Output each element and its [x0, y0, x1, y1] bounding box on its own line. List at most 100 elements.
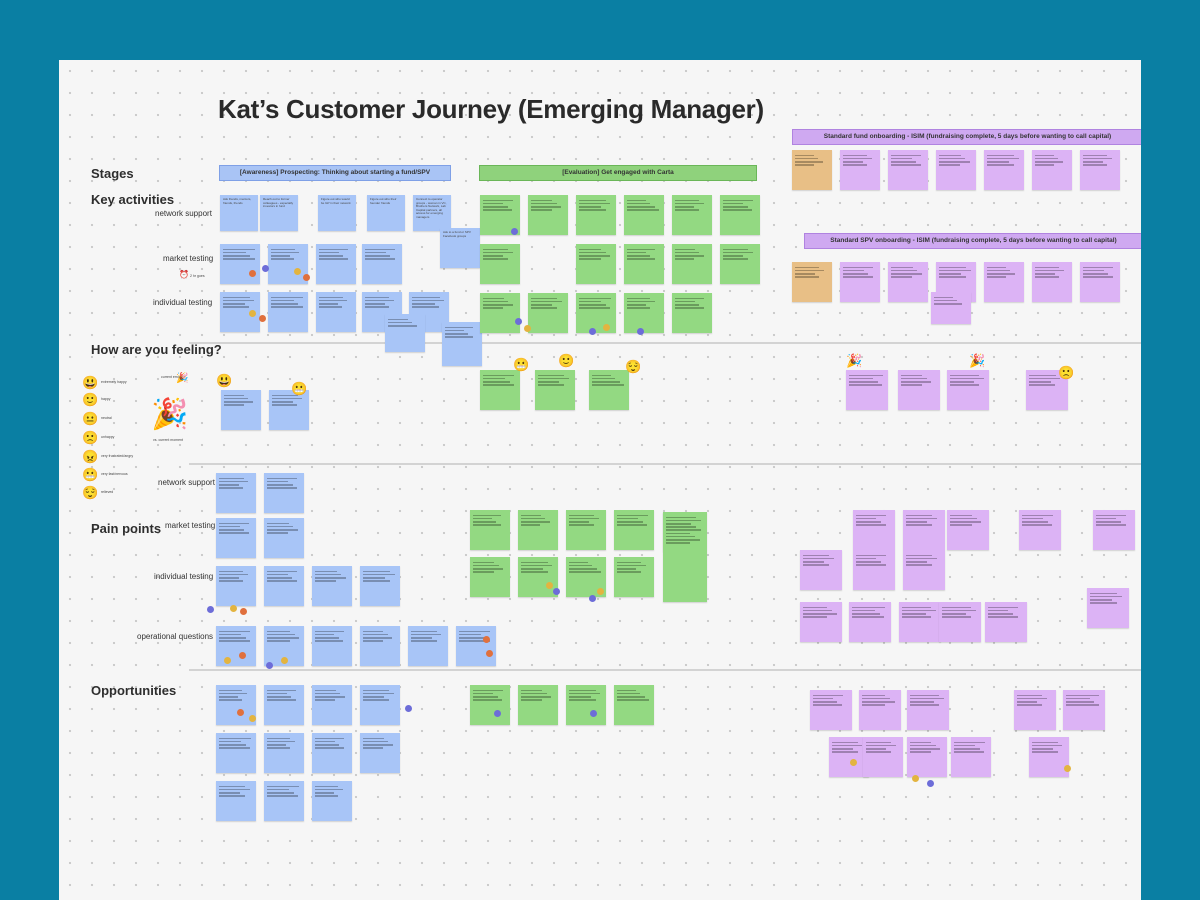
sticky-note[interactable]: Figure out who their founder friends [367, 195, 405, 231]
sticky-note[interactable] [898, 370, 940, 410]
sticky-note[interactable] [853, 510, 895, 550]
sticky-note[interactable] [216, 518, 256, 558]
sticky-note[interactable] [264, 685, 304, 725]
sticky-note[interactable] [672, 195, 712, 235]
sticky-note[interactable] [800, 602, 842, 642]
sticky-note[interactable] [360, 626, 400, 666]
sticky-note[interactable] [939, 602, 981, 642]
sticky-note[interactable] [362, 244, 402, 284]
sticky-note[interactable] [984, 262, 1024, 302]
sticky-note[interactable] [888, 150, 928, 190]
sticky-note[interactable] [456, 626, 496, 666]
sticky-note[interactable] [216, 566, 256, 606]
sticky-note[interactable] [984, 150, 1024, 190]
sticky-note[interactable] [220, 244, 260, 284]
sticky-note[interactable] [614, 685, 654, 725]
sticky-note[interactable] [1087, 588, 1129, 628]
sticky-note[interactable] [535, 370, 575, 410]
sticky-note[interactable]: Reach out to former colleagues - especia… [260, 195, 298, 231]
sticky-note[interactable]: Ask friends, mentors, friends, friends [220, 195, 258, 231]
sticky-note[interactable] [840, 262, 880, 302]
sticky-note[interactable] [264, 473, 304, 513]
sticky-note[interactable] [269, 390, 309, 430]
sticky-note[interactable] [1032, 262, 1072, 302]
sticky-note[interactable] [312, 781, 352, 821]
sticky-note[interactable] [1014, 690, 1056, 730]
banner-awareness[interactable]: [Awareness] Prospecting: Thinking about … [219, 165, 451, 181]
sticky-note[interactable] [470, 510, 510, 550]
sticky-note[interactable] [566, 685, 606, 725]
sticky-note[interactable] [720, 244, 760, 284]
sticky-note[interactable] [518, 510, 558, 550]
sticky-note[interactable] [360, 566, 400, 606]
sticky-note[interactable]: Ask to a fund or SPV Facebook groups [440, 228, 480, 268]
sticky-note[interactable] [947, 510, 989, 550]
sticky-note[interactable] [1019, 510, 1061, 550]
sticky-note[interactable] [268, 244, 308, 284]
sticky-note[interactable] [849, 602, 891, 642]
sticky-note[interactable] [936, 150, 976, 190]
sticky-note[interactable] [672, 293, 712, 333]
sticky-note[interactable] [1093, 510, 1135, 550]
sticky-note[interactable]: Connect to operator groups - woman in VC… [413, 195, 451, 231]
sticky-note[interactable] [312, 733, 352, 773]
sticky-note[interactable] [899, 602, 941, 642]
sticky-note[interactable] [316, 244, 356, 284]
sticky-note[interactable] [216, 473, 256, 513]
banner-evaluation[interactable]: [Evaluation] Get engaged with Carta [479, 165, 757, 181]
sticky-note[interactable] [951, 737, 991, 777]
sticky-note[interactable] [216, 781, 256, 821]
sticky-note[interactable] [576, 293, 616, 333]
sticky-note[interactable] [216, 626, 256, 666]
sticky-note[interactable] [800, 550, 842, 590]
sticky-note[interactable] [1032, 150, 1072, 190]
sticky-note[interactable] [528, 293, 568, 333]
sticky-note[interactable] [863, 737, 903, 777]
sticky-note[interactable] [480, 244, 520, 284]
sticky-note[interactable] [624, 293, 664, 333]
sticky-note[interactable]: Figure out who would be GP in their netw… [318, 195, 356, 231]
sticky-note[interactable] [663, 512, 707, 602]
sticky-note[interactable] [576, 244, 616, 284]
sticky-note[interactable] [1029, 737, 1069, 777]
sticky-note[interactable] [518, 557, 558, 597]
sticky-note[interactable] [480, 293, 520, 333]
sticky-note[interactable] [810, 690, 852, 730]
sticky-note[interactable] [672, 244, 712, 284]
sticky-note[interactable] [316, 292, 356, 332]
sticky-note[interactable] [614, 510, 654, 550]
sticky-note[interactable] [888, 262, 928, 302]
sticky-note[interactable] [907, 690, 949, 730]
sticky-note[interactable] [589, 370, 629, 410]
sticky-note[interactable] [216, 733, 256, 773]
banner-fund-onboarding[interactable]: Standard fund onboarding - ISIM (fundrai… [792, 129, 1141, 145]
sticky-note[interactable] [903, 550, 945, 590]
sticky-note[interactable] [480, 370, 520, 410]
sticky-note[interactable] [840, 150, 880, 190]
whiteboard-canvas[interactable]: Kat’s Customer Journey (Emerging Manager… [59, 60, 1141, 900]
sticky-note[interactable] [264, 566, 304, 606]
sticky-note[interactable] [264, 518, 304, 558]
sticky-note[interactable] [518, 685, 558, 725]
sticky-note[interactable] [792, 262, 832, 302]
sticky-note[interactable] [1080, 262, 1120, 302]
sticky-note[interactable] [1063, 690, 1105, 730]
sticky-note[interactable] [470, 557, 510, 597]
sticky-note[interactable] [264, 781, 304, 821]
sticky-note[interactable] [312, 566, 352, 606]
sticky-note[interactable] [907, 737, 947, 777]
sticky-note[interactable] [624, 244, 664, 284]
sticky-note[interactable] [931, 292, 971, 324]
sticky-note[interactable] [576, 195, 616, 235]
sticky-note[interactable] [859, 690, 901, 730]
sticky-note[interactable] [614, 557, 654, 597]
sticky-note[interactable] [853, 550, 895, 590]
sticky-note[interactable] [985, 602, 1027, 642]
sticky-note[interactable] [528, 195, 568, 235]
sticky-note[interactable] [1080, 150, 1120, 190]
sticky-note[interactable] [903, 510, 945, 550]
sticky-note[interactable] [470, 685, 510, 725]
sticky-note[interactable] [720, 195, 760, 235]
banner-spv-onboarding[interactable]: Standard SPV onboarding - ISIM (fundrais… [804, 233, 1141, 249]
sticky-note[interactable] [221, 390, 261, 430]
